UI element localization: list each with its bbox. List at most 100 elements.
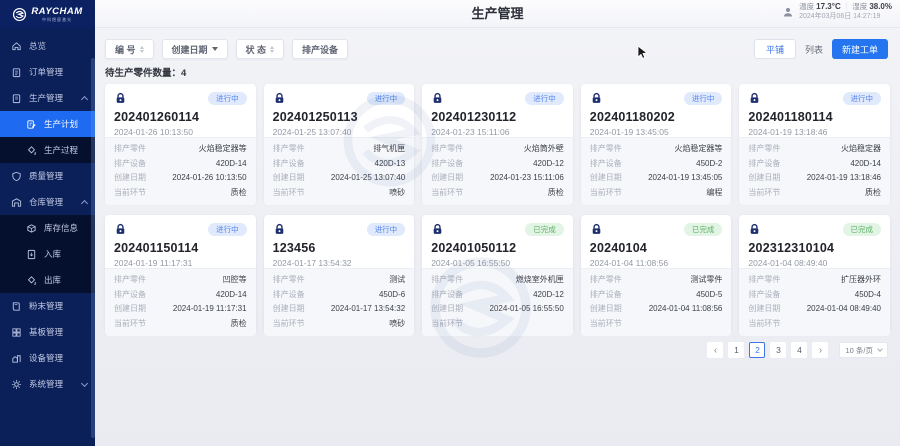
lock-icon bbox=[114, 92, 127, 105]
work-order-id: 123456 bbox=[273, 241, 406, 255]
warehouse-submenu: 库存信息 入库 出库 bbox=[0, 215, 95, 293]
work-order-card[interactable]: 进行中 202401180202 2024-01-19 13:45:05 排产零… bbox=[581, 84, 732, 202]
filter-number-button[interactable]: 编 号 bbox=[105, 39, 154, 59]
lock-icon bbox=[273, 92, 286, 105]
work-order-card[interactable]: 已完成 202312310104 2024-01-04 08:49:40 排产零… bbox=[739, 215, 890, 333]
field-label-part: 排产零件 bbox=[590, 275, 622, 285]
field-value-part: 火焰筒外壁 bbox=[524, 144, 564, 154]
field-value-stage: 质检 bbox=[548, 188, 564, 198]
field-label-date: 创建日期 bbox=[114, 173, 146, 183]
status-badge: 已完成 bbox=[843, 223, 882, 236]
sidebar-item-equipment[interactable]: 设备管理 bbox=[0, 345, 95, 371]
status-badge: 进行中 bbox=[843, 92, 882, 105]
page-button-1[interactable]: 1 bbox=[728, 342, 744, 358]
field-label-part: 排产零件 bbox=[273, 144, 305, 154]
field-label-date: 创建日期 bbox=[431, 173, 463, 183]
field-label-date: 创建日期 bbox=[590, 304, 622, 314]
sidebar-item-overview[interactable]: 总览 bbox=[0, 33, 95, 59]
inbound-doc-icon bbox=[26, 249, 37, 260]
field-value-date: 2024-01-05 16:55:50 bbox=[490, 304, 564, 314]
sidebar-item-substrate[interactable]: 基板管理 bbox=[0, 319, 95, 345]
field-value-date: 2024-01-26 10:13:50 bbox=[172, 173, 246, 183]
field-label-date: 创建日期 bbox=[273, 173, 305, 183]
work-order-datetime: 2024-01-04 08:49:40 bbox=[748, 258, 881, 268]
status-badge: 进行中 bbox=[684, 92, 723, 105]
field-label-stage: 当前环节 bbox=[748, 188, 780, 198]
field-label-part: 排产零件 bbox=[114, 144, 146, 154]
card-fields: 排产零件 测试零件 排产设备 450D-5 创建日期 2024-01-04 11… bbox=[581, 268, 732, 336]
field-value-stage: 喷砂 bbox=[389, 188, 405, 198]
gear-icon bbox=[11, 379, 22, 390]
page-button-2[interactable]: 2 bbox=[749, 342, 765, 358]
factory-icon bbox=[11, 353, 22, 364]
filter-status-button[interactable]: 状 态 bbox=[236, 39, 285, 59]
sidebar-item-powder[interactable]: 粉末管理 bbox=[0, 293, 95, 319]
field-label-device: 排产设备 bbox=[748, 290, 780, 300]
sidebar-item-system[interactable]: 系统管理 bbox=[0, 371, 95, 397]
sidebar-item-orders[interactable]: 订单管理 bbox=[0, 59, 95, 85]
field-value-part: 火焰稳定器等 bbox=[199, 144, 247, 154]
page-button-3[interactable]: 3 bbox=[770, 342, 786, 358]
field-label-date: 创建日期 bbox=[748, 173, 780, 183]
work-order-card[interactable]: 已完成 20240104 2024-01-04 11:08:56 排产零件 测试… bbox=[581, 215, 732, 333]
work-order-datetime: 2024-01-23 15:11:06 bbox=[431, 127, 564, 137]
sidebar-item-outbound[interactable]: 出库 bbox=[0, 267, 95, 293]
work-order-datetime: 2024-01-19 13:45:05 bbox=[590, 127, 723, 137]
pending-parts-count: 4 bbox=[181, 68, 186, 79]
work-order-card[interactable]: 进行中 202401180114 2024-01-19 13:18:46 排产零… bbox=[739, 84, 890, 202]
card-fields: 排产零件 排气机匣 排产设备 420D-13 创建日期 2024-01-25 1… bbox=[264, 137, 415, 205]
work-order-card[interactable]: 进行中 202401260114 2024-01-26 10:13:50 排产零… bbox=[105, 84, 256, 202]
page-button-4[interactable]: 4 bbox=[791, 342, 807, 358]
work-order-card[interactable]: 已完成 202401050112 2024-01-05 16:55:50 排产零… bbox=[422, 215, 573, 333]
field-label-date: 创建日期 bbox=[590, 173, 622, 183]
page-size-select[interactable]: 10 条/页 bbox=[839, 342, 888, 358]
filter-create-date-button[interactable]: 创建日期 bbox=[162, 39, 228, 59]
field-label-date: 创建日期 bbox=[273, 304, 305, 314]
field-label-stage: 当前环节 bbox=[273, 319, 305, 329]
app-logo: RAYCHAM 中科煜宸激光 bbox=[0, 0, 95, 28]
sidebar-item-quality[interactable]: 质量管理 bbox=[0, 163, 95, 189]
field-label-date: 创建日期 bbox=[748, 304, 780, 314]
card-fields: 排产零件 火焰筒外壁 排产设备 420D-12 创建日期 2024-01-23 … bbox=[422, 137, 573, 205]
sidebar-item-inbound[interactable]: 入库 bbox=[0, 241, 95, 267]
work-order-datetime: 2024-01-26 10:13:50 bbox=[114, 127, 247, 137]
production-submenu: 生产计划 生产过程 bbox=[0, 111, 95, 163]
field-label-part: 排产零件 bbox=[748, 275, 780, 285]
field-value-part: 排气机匣 bbox=[373, 144, 405, 154]
field-value-device: 450D-2 bbox=[696, 159, 722, 169]
field-value-date: 2024-01-25 13:07:40 bbox=[331, 173, 405, 183]
filter-device-button[interactable]: 排产设备 bbox=[292, 39, 348, 59]
sidebar-item-warehouse[interactable]: 仓库管理 bbox=[0, 189, 95, 215]
status-badge: 进行中 bbox=[208, 92, 247, 105]
sidebar-item-production[interactable]: 生产管理 bbox=[0, 85, 95, 111]
work-order-card[interactable]: 进行中 202401150114 2024-01-19 11:17:31 排产零… bbox=[105, 215, 256, 333]
work-order-datetime: 2024-01-05 16:55:50 bbox=[431, 258, 564, 268]
field-value-date: 2024-01-19 13:45:05 bbox=[648, 173, 722, 183]
lock-icon bbox=[590, 92, 603, 105]
sidebar-item-production-plan[interactable]: 生产计划 bbox=[0, 111, 95, 137]
tile-view-button[interactable]: 平铺 bbox=[754, 39, 796, 59]
field-value-device: 420D-12 bbox=[533, 159, 564, 169]
field-value-stage: 编程 bbox=[706, 188, 722, 198]
field-value-stage: 质检 bbox=[865, 188, 881, 198]
field-label-stage: 当前环节 bbox=[590, 188, 622, 198]
work-order-card[interactable]: 进行中 202401250113 2024-01-25 13:07:40 排产零… bbox=[264, 84, 415, 202]
new-work-order-button[interactable]: 新建工单 bbox=[832, 39, 888, 59]
field-value-device: 420D-13 bbox=[375, 159, 406, 169]
field-value-device: 420D-14 bbox=[850, 159, 881, 169]
work-order-card[interactable]: 进行中 202401230112 2024-01-23 15:11:06 排产零… bbox=[422, 84, 573, 202]
field-value-device: 450D-4 bbox=[855, 290, 881, 300]
list-view-button[interactable]: 列表 bbox=[805, 43, 823, 56]
next-page-button[interactable]: › bbox=[812, 342, 828, 358]
status-badge: 已完成 bbox=[684, 223, 723, 236]
environment-info: 温度 17.3°C｜湿度 38.0% 2024年03月06日 14:27:19 bbox=[782, 2, 892, 21]
work-order-card[interactable]: 进行中 123456 2024-01-17 13:54:32 排产零件 测试 排… bbox=[264, 215, 415, 333]
sort-icon bbox=[140, 46, 144, 53]
caret-down-icon bbox=[212, 47, 218, 51]
lock-icon bbox=[431, 92, 444, 105]
sidebar-item-inventory[interactable]: 库存信息 bbox=[0, 215, 95, 241]
prev-page-button[interactable]: ‹ bbox=[707, 342, 723, 358]
sidebar-scrollbar[interactable] bbox=[91, 58, 95, 438]
sidebar-item-production-process[interactable]: 生产过程 bbox=[0, 137, 95, 163]
field-label-stage: 当前环节 bbox=[114, 319, 146, 329]
